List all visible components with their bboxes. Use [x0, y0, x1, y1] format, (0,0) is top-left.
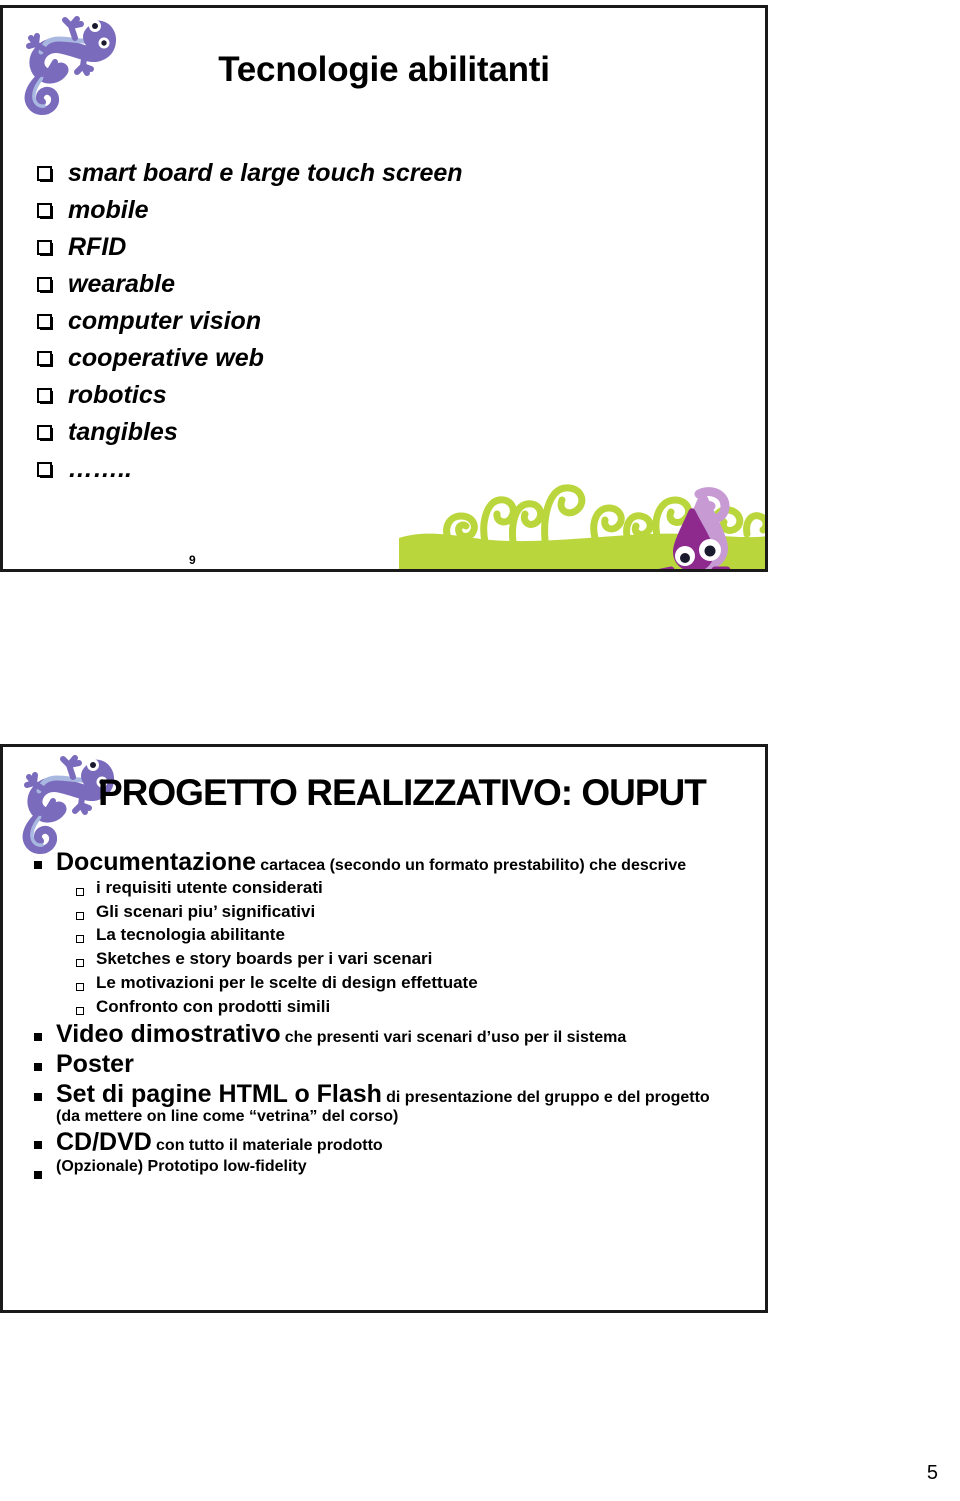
checkbox-square-bullet-icon	[37, 166, 53, 182]
list-item-label: Confronto con prodotti simili	[96, 996, 331, 1016]
list-item-label: (Opzionale) Prototipo low-fidelity	[56, 1158, 307, 1176]
checkbox-square-bullet-icon	[37, 425, 53, 441]
list-item-label: computer vision	[68, 307, 262, 335]
list-item-label: Documentazione cartacea (secondo un form…	[56, 848, 686, 876]
list-item-label: Le motivazioni per le scelte di design e…	[96, 972, 478, 992]
list-item: computer vision	[37, 308, 463, 334]
checkbox-square-bullet-icon	[37, 277, 53, 293]
list-item-label: Set di pagine HTML o Flash di presentazi…	[56, 1080, 734, 1126]
bullet-rest: che presenti vari scenari d’uso per il s…	[284, 1029, 627, 1047]
list-item-label: wearable	[68, 270, 176, 298]
hollow-square-bullet-icon	[76, 888, 84, 896]
filled-square-bullet-icon	[34, 861, 42, 869]
checkbox-square-bullet-icon	[37, 351, 53, 367]
checkbox-square-bullet-icon	[37, 462, 53, 478]
slide-thumbnail-9: Tecnologie abilitanti smart board e larg…	[0, 5, 768, 572]
checkbox-square-bullet-icon	[37, 203, 53, 219]
list-item-label: tangibles	[68, 418, 178, 446]
bullet-lead: Documentazione	[56, 848, 257, 876]
bullet-rest: (Opzionale) Prototipo low-fidelity	[56, 1158, 307, 1176]
list-item: ……..	[37, 456, 463, 482]
list-item: tangibles	[37, 419, 463, 445]
page-title: PROGETTO REALIZZATIVO: OUPUT	[98, 772, 707, 813]
list-item-label: robotics	[68, 381, 167, 409]
list-item-label: smart board e large touch screen	[68, 159, 463, 187]
list-item-label: ……..	[68, 455, 132, 483]
list-item: Le motivazioni per le scelte di design e…	[76, 973, 734, 994]
filled-square-bullet-icon	[34, 1171, 42, 1180]
checkbox-square-bullet-icon	[37, 388, 53, 404]
list-item: Set di pagine HTML o Flash di presentazi…	[34, 1080, 734, 1126]
list-item: i requisiti utente considerati	[76, 878, 734, 899]
list-item-label: cooperative web	[68, 344, 264, 372]
document-page-number: 5	[926, 1462, 938, 1484]
bullet-lead: Poster	[56, 1050, 134, 1079]
hollow-square-bullet-icon	[76, 959, 84, 968]
list-item-label: RFID	[68, 233, 127, 261]
list-item: La tecnologia abilitante	[76, 925, 734, 946]
filled-square-bullet-icon	[34, 1033, 42, 1042]
list-item-label: Poster	[56, 1050, 134, 1078]
bullet-rest: con tutto il materiale prodotto	[156, 1137, 383, 1155]
list-item: mobile	[37, 197, 463, 223]
deliverables-outline: Documentazione cartacea (secondo un form…	[34, 848, 734, 1181]
list-item-label: Gli scenari piu’ significativi	[96, 901, 316, 921]
slide-number: 9	[189, 553, 196, 567]
documentation-sublist: i requisiti utente considerati Gli scena…	[34, 878, 734, 1017]
list-item: RFID	[37, 234, 463, 260]
list-item: wearable	[37, 271, 463, 297]
list-item-label: Video dimostrativo che presenti vari sce…	[56, 1020, 626, 1048]
list-item: (Opzionale) Prototipo low-fidelity	[34, 1158, 734, 1180]
list-item: robotics	[37, 382, 463, 408]
list-item-label: mobile	[68, 196, 149, 224]
bullet-lead: Set di pagine HTML o Flash	[56, 1080, 382, 1109]
hollow-square-bullet-icon	[76, 935, 84, 944]
list-item: Sketches e story boards per i vari scena…	[76, 949, 734, 970]
hollow-square-bullet-icon	[76, 1006, 84, 1015]
list-item-label: i requisiti utente considerati	[96, 878, 323, 897]
list-item: CD/DVD con tutto il materiale prodotto	[34, 1128, 734, 1156]
bullet-rest: cartacea (secondo un formato prestabilit…	[260, 857, 687, 874]
list-item: smart board e large touch screen	[37, 160, 463, 186]
page-title: Tecnologie abilitanti	[218, 50, 550, 89]
document-page: Tecnologie abilitanti smart board e larg…	[0, 0, 960, 1501]
list-item: Confronto con prodotti simili	[76, 997, 734, 1018]
hollow-square-bullet-icon	[76, 911, 84, 920]
list-item-label: La tecnologia abilitante	[96, 925, 285, 945]
filled-square-bullet-icon	[34, 1093, 42, 1102]
checkbox-square-bullet-icon	[37, 240, 53, 256]
filled-square-bullet-icon	[34, 1141, 42, 1150]
purple-creature-icon	[659, 487, 731, 569]
checkbox-square-bullet-icon	[37, 314, 53, 330]
bullet-lead: CD/DVD	[56, 1128, 152, 1157]
list-item: cooperative web	[37, 345, 463, 371]
list-item-label: CD/DVD con tutto il materiale prodotto	[56, 1128, 383, 1156]
technology-checklist: smart board e large touch screen mobile …	[37, 160, 463, 493]
hollow-square-bullet-icon	[76, 982, 84, 991]
list-item: Poster	[34, 1050, 734, 1078]
list-item-label: Sketches e story boards per i vari scena…	[96, 949, 433, 969]
list-item: Documentazione cartacea (secondo un form…	[34, 848, 734, 876]
list-item: Video dimostrativo che presenti vari sce…	[34, 1020, 734, 1048]
filled-square-bullet-icon	[34, 1063, 42, 1072]
list-item: Gli scenari piu’ significativi	[76, 902, 734, 923]
bullet-lead: Video dimostrativo	[56, 1020, 281, 1049]
